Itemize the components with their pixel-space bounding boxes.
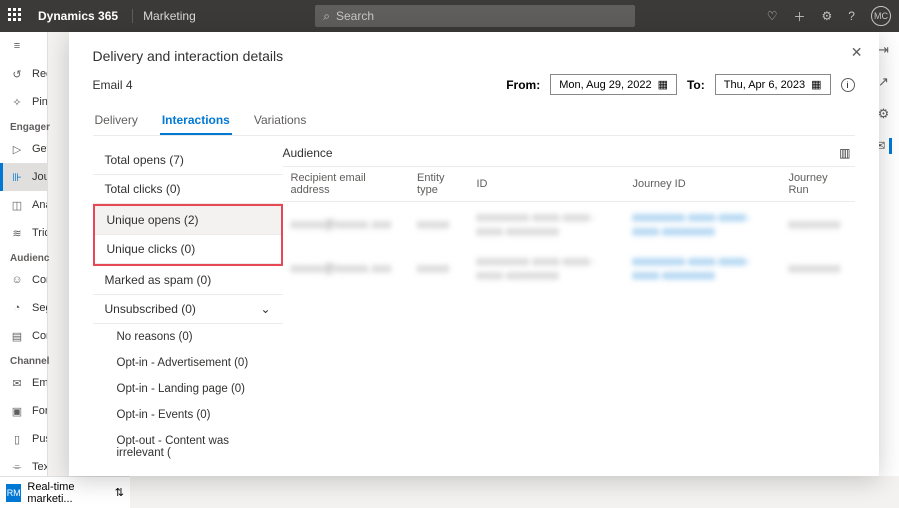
side-sub-optout-frequent[interactable]: Opt-out - Received too frequently	[93, 466, 283, 468]
app-icon: RM	[6, 484, 21, 502]
divider	[132, 9, 133, 23]
nav-recent[interactable]: ↺Rec	[0, 60, 47, 88]
info-icon[interactable]: i	[841, 78, 855, 92]
table-row[interactable]: xxxxx@xxxxx.xxx xxxxx xxxxxxxx-xxxx-xxxx…	[283, 246, 855, 290]
brand-label: Dynamics 365	[38, 9, 118, 23]
waffle-icon[interactable]	[8, 8, 24, 24]
side-unsub-label: Unsubscribed (0)	[105, 302, 196, 316]
nav-contacts[interactable]: ☺Con	[0, 266, 47, 294]
nav-emails[interactable]: ✉Em	[0, 369, 47, 397]
nav-pinned[interactable]: ✧Pin	[0, 88, 47, 116]
col-recipient[interactable]: Recipient email address	[283, 167, 410, 202]
nav-segments[interactable]: ◔Seg	[0, 294, 47, 322]
nav-group-channels: Channel	[0, 350, 47, 369]
help-icon[interactable]: ?	[848, 9, 855, 23]
side-sub-optin-ad[interactable]: Opt-in - Advertisement (0)	[93, 350, 283, 376]
nav-analytics[interactable]: ◫Ana	[0, 191, 47, 219]
nav-hamburger[interactable]: ≡	[0, 32, 47, 60]
nav-group-audience: Audienc	[0, 247, 47, 266]
modal-tabs: Delivery Interactions Variations	[93, 107, 855, 136]
tab-delivery[interactable]: Delivery	[93, 107, 140, 135]
nav-forms[interactable]: ▣For	[0, 397, 47, 425]
nav-push[interactable]: ▯Pus	[0, 425, 47, 453]
side-sub-optout-irrelevant[interactable]: Opt-out - Content was irrelevant (	[93, 428, 283, 466]
col-entity-type[interactable]: Entity type	[409, 167, 468, 202]
side-sub-optin-landing[interactable]: Opt-in - Landing page (0)	[93, 376, 283, 402]
delivery-interaction-modal: ✕ Delivery and interaction details Email…	[69, 32, 879, 476]
module-label[interactable]: Marketing	[143, 9, 196, 23]
gear-icon[interactable]: ⚙	[822, 9, 833, 23]
left-nav: ≡ ↺Rec ✧Pin Engager ▷Get ⊪Jou ◫Ana ≋Tric…	[0, 32, 48, 508]
user-avatar[interactable]: MC	[871, 6, 891, 26]
col-journey-run[interactable]: Journey Run	[780, 167, 854, 202]
app-name: Real-time marketi...	[27, 481, 108, 505]
calendar-icon: ▦	[811, 78, 821, 91]
close-button[interactable]: ✕	[851, 44, 863, 61]
modal-title: Delivery and interaction details	[93, 48, 855, 64]
tab-variations[interactable]: Variations	[252, 107, 308, 135]
to-label: To:	[687, 78, 705, 92]
plus-icon[interactable]: ＋	[794, 8, 806, 25]
to-date-value: Thu, Apr 6, 2023	[724, 79, 805, 91]
side-sub-optin-events[interactable]: Opt-in - Events (0)	[93, 402, 283, 428]
col-id[interactable]: ID	[469, 167, 625, 202]
side-unsubscribed[interactable]: Unsubscribed (0) ⌄	[93, 295, 283, 324]
tab-interactions[interactable]: Interactions	[160, 107, 232, 135]
edit-columns-icon[interactable]: ▥	[839, 146, 850, 160]
grid-title: Audience	[283, 146, 333, 160]
search-input[interactable]: ⌕ Search	[315, 5, 635, 27]
nav-consent[interactable]: ▤Con	[0, 322, 47, 350]
table-row[interactable]: xxxxx@xxxxx.xxx xxxxx xxxxxxxx-xxxx-xxxx…	[283, 202, 855, 247]
from-date-picker[interactable]: Mon, Aug 29, 2022 ▦	[550, 74, 677, 95]
nav-journeys[interactable]: ⊪Jou	[0, 163, 47, 191]
from-label: From:	[506, 78, 540, 92]
interaction-side-list: Total opens (7) Total clicks (0) Unique …	[93, 146, 283, 468]
app-bar: Dynamics 365 Marketing ⌕ Search ♡ ＋ ⚙ ? …	[0, 0, 899, 32]
email-name: Email 4	[93, 78, 133, 92]
nav-get-started[interactable]: ▷Get	[0, 135, 47, 163]
lightbulb-icon[interactable]: ♡	[767, 9, 778, 23]
audience-grid: Audience ▥ Recipient email address Entit…	[283, 146, 855, 468]
modal-backdrop: ✕ Delivery and interaction details Email…	[48, 32, 899, 476]
side-spam[interactable]: Marked as spam (0)	[93, 266, 283, 295]
to-date-picker[interactable]: Thu, Apr 6, 2023 ▦	[715, 74, 831, 95]
chevron-updown-icon: ⇅	[115, 486, 124, 499]
search-icon: ⌕	[323, 9, 330, 24]
side-unique-opens[interactable]: Unique opens (2)	[95, 206, 281, 235]
side-unique-clicks[interactable]: Unique clicks (0)	[95, 235, 281, 264]
from-date-value: Mon, Aug 29, 2022	[559, 79, 651, 91]
chevron-down-icon: ⌄	[260, 302, 270, 316]
nav-triggers[interactable]: ≋Tric	[0, 219, 47, 247]
side-total-opens[interactable]: Total opens (7)	[93, 146, 283, 175]
app-switcher[interactable]: RM Real-time marketi... ⇅	[0, 476, 130, 508]
col-journey-id[interactable]: Journey ID	[624, 167, 780, 202]
nav-group-engagement: Engager	[0, 116, 47, 135]
search-placeholder: Search	[336, 9, 374, 23]
audience-table: Recipient email address Entity type ID J…	[283, 166, 855, 290]
calendar-icon: ▦	[658, 78, 668, 91]
side-sub-no-reasons[interactable]: No reasons (0)	[93, 324, 283, 350]
side-total-clicks[interactable]: Total clicks (0)	[93, 175, 283, 204]
